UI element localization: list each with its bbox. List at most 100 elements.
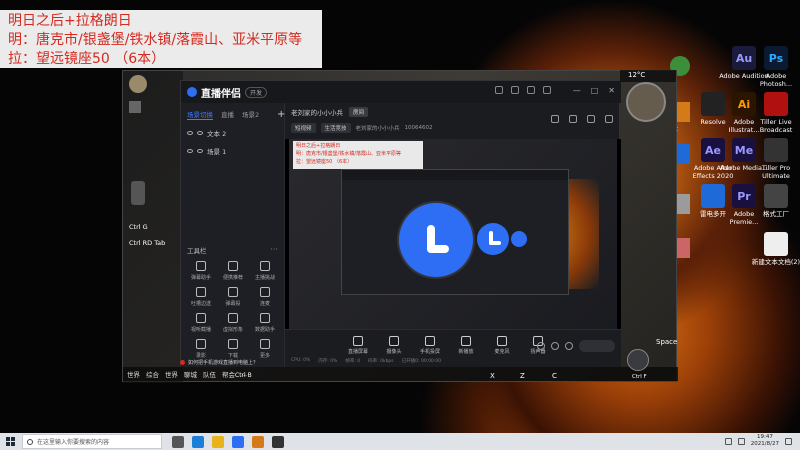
- network-icon[interactable]: [724, 437, 732, 445]
- window-controls: — □ ✕: [573, 86, 615, 95]
- preview-overlay-line-1: 明日之后+拉格朗日: [296, 143, 341, 149]
- tool-item[interactable]: 数据助手: [249, 313, 281, 333]
- avatar[interactable]: [129, 75, 147, 93]
- message-icon[interactable]: [511, 86, 519, 94]
- tool-item[interactable]: 更多: [249, 339, 281, 359]
- source-buttons: 直播屏幕 摄像头 手机投屏 新播放 麦克风 扬声器: [345, 336, 551, 355]
- clock[interactable]: 19:47 2021/8/27: [751, 434, 779, 448]
- tool-label: 吐槽边送: [190, 301, 211, 307]
- explorer-icon[interactable]: [212, 435, 224, 448]
- camera-icon: [389, 336, 399, 346]
- desktop-icon[interactable]: Ps Adobe Photosh...: [751, 46, 800, 94]
- title-icons: [495, 86, 551, 94]
- tool-item[interactable]: 吐槽边送: [185, 287, 217, 307]
- eye-icon[interactable]: [187, 149, 193, 153]
- tool-item[interactable]: 连麦: [249, 287, 281, 307]
- app-title: 直播伴侣: [201, 88, 241, 100]
- lock-icon[interactable]: [197, 149, 203, 153]
- settings-icon[interactable]: [565, 342, 573, 350]
- tool-item[interactable]: 弹幕助手: [185, 261, 217, 281]
- game-action-button[interactable]: [627, 349, 649, 371]
- app-orange-icon[interactable]: [252, 435, 264, 448]
- eye-icon[interactable]: [551, 342, 559, 350]
- game-key-ctrl-f: Ctrl F: [632, 374, 647, 380]
- game-menu-icon[interactable]: [129, 101, 141, 113]
- stream-preview[interactable]: 明日之后+拉格朗日 明：唐克市/银盏堡/铁水镇/落霞山、亚米平原等 拉：望远镜座…: [285, 139, 621, 329]
- user-icon[interactable]: [495, 86, 503, 94]
- tool-icon: [196, 339, 206, 349]
- chat-tab[interactable]: 世界: [165, 369, 178, 379]
- search-placeholder: 在这里输入你要搜索的内容: [37, 439, 110, 446]
- desktop-icon[interactable]: 格式工厂: [751, 184, 800, 232]
- help-icon[interactable]: [543, 86, 551, 94]
- eye-icon[interactable]: [187, 131, 193, 135]
- category-pill[interactable]: 生活竞技: [320, 123, 351, 133]
- source-button[interactable]: 麦克风: [489, 336, 515, 355]
- tab-scene-2[interactable]: 场景2: [242, 109, 259, 120]
- preview-canvas: 明日之后+拉格朗日 明：唐克市/银盏堡/铁水镇/落霞山、亚米平原等 拉：望远镜座…: [289, 139, 617, 329]
- tool-icon: [228, 261, 238, 271]
- scene-item[interactable]: 场景 1: [181, 142, 284, 160]
- help-tip[interactable]: 如何把手机游戏直播到电脑上？: [180, 357, 310, 367]
- live-companion-icon[interactable]: [232, 435, 244, 448]
- tool-item[interactable]: 弹幕投: [217, 287, 249, 307]
- minimize-button[interactable]: —: [573, 86, 581, 95]
- desktop-icon[interactable]: 新建文本文档(2): [751, 232, 800, 280]
- tool-item[interactable]: 下载: [217, 339, 249, 359]
- chat-tab[interactable]: 综合: [146, 369, 159, 379]
- tool-item[interactable]: 便携推荐: [217, 261, 249, 281]
- category-pill[interactable]: 短视频: [291, 123, 316, 133]
- tools-grid: 弹幕助手 便携推荐 主播挑战 吐槽边送 弹幕投 连麦 视听截播 虚拟形象 数据助…: [185, 261, 281, 359]
- maximize-button[interactable]: □: [591, 86, 599, 95]
- gift-icon[interactable]: [569, 115, 577, 123]
- game-minimap[interactable]: [626, 82, 666, 122]
- desktop-icon-label: Adobe Photosh...: [759, 72, 793, 88]
- source-button[interactable]: 手机投屏: [417, 336, 443, 355]
- app-icon: [764, 184, 788, 208]
- tool-item[interactable]: 录影: [185, 339, 217, 359]
- tab-live[interactable]: 直播: [221, 109, 234, 120]
- source-button[interactable]: 摄像头: [381, 336, 407, 355]
- tool-item[interactable]: 主播挑战: [249, 261, 281, 281]
- app-dark-icon[interactable]: [272, 435, 284, 448]
- start-live-button[interactable]: [579, 340, 615, 352]
- version-badge: 开发: [245, 86, 268, 98]
- edge-icon[interactable]: [192, 435, 204, 448]
- record-icon[interactable]: [537, 342, 545, 350]
- game-left-panel: Ctrl G Ctrl RD Tab: [123, 71, 183, 383]
- chat-tab[interactable]: 聊城: [184, 369, 197, 379]
- tool-icon: [228, 287, 238, 297]
- rank-icon[interactable]: [587, 115, 595, 123]
- tools-more-button[interactable]: ···: [270, 245, 278, 254]
- live-companion-window[interactable]: 直播伴侣 开发 — □ ✕ 场景切换 直播 场景2 + 文本 2 场景 1 工具…: [180, 80, 621, 367]
- tab-scenes[interactable]: 场景切换: [187, 109, 213, 120]
- start-button[interactable]: [2, 433, 18, 450]
- source-button[interactable]: 新播放: [453, 336, 479, 355]
- chat-tab[interactable]: 世界: [127, 369, 140, 379]
- logo-letter-shape: [421, 223, 451, 257]
- more-icon[interactable]: [605, 115, 613, 123]
- task-view-icon[interactable]: [172, 435, 184, 448]
- app-logo-icon: [187, 87, 197, 97]
- character-icon[interactable]: [131, 181, 145, 205]
- chat-tab[interactable]: 帮会: [222, 369, 235, 379]
- volume-icon[interactable]: [737, 437, 745, 445]
- room-badge[interactable]: 房间: [349, 107, 369, 117]
- settings-icon[interactable]: [527, 86, 535, 94]
- desktop-icon[interactable]: Tiller Live Broadcast: [751, 92, 800, 140]
- tip-text: 如何把手机游戏直播到电脑上？: [188, 359, 259, 366]
- screen-icon: [353, 336, 363, 346]
- close-button[interactable]: ✕: [608, 86, 615, 95]
- chat-tab[interactable]: 队伍: [203, 369, 216, 379]
- room-name[interactable]: 老刘家的小小小兵: [291, 107, 343, 117]
- notification-icon[interactable]: [785, 437, 792, 445]
- lock-icon[interactable]: [197, 131, 203, 135]
- share-icon[interactable]: [551, 115, 559, 123]
- source-button[interactable]: 直播屏幕: [345, 336, 371, 355]
- tool-item[interactable]: 虚拟形象: [217, 313, 249, 333]
- temperature: 12°C: [628, 71, 646, 79]
- taskbar-search[interactable]: 在这里输入你要搜索的内容: [22, 434, 162, 449]
- tool-item[interactable]: 视听截播: [185, 313, 217, 333]
- desktop-icon[interactable]: Tiller Pro Ultimate: [751, 138, 800, 186]
- scene-item[interactable]: 文本 2: [181, 124, 284, 142]
